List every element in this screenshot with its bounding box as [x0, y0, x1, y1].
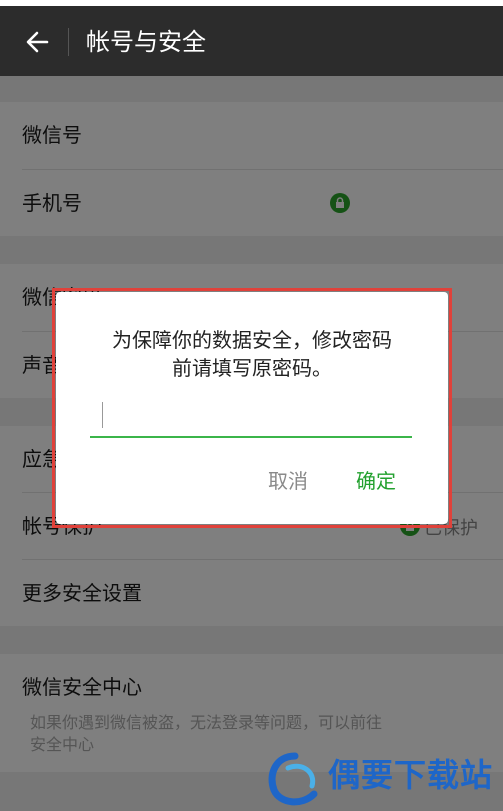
page-title: 帐号与安全: [86, 28, 206, 56]
top-bar: 帐号与安全: [0, 6, 503, 76]
cancel-button[interactable]: 取消: [268, 466, 308, 496]
dialog-message-line1: 为保障你的数据安全，修改密码: [112, 328, 392, 352]
watermark-text: 偶要下载站: [328, 756, 494, 794]
dialog-message: 为保障你的数据安全，修改密码 前请填写原密码。: [74, 326, 430, 382]
password-input[interactable]: [90, 396, 412, 438]
back-button[interactable]: [16, 20, 60, 64]
watermark-logo: 偶要下载站: [262, 748, 503, 811]
password-dialog: 为保障你的数据安全，修改密码 前请填写原密码。 取消 确定: [56, 292, 448, 524]
dialog-message-line2: 前请填写原密码。: [172, 356, 332, 380]
text-caret: [102, 402, 103, 428]
confirm-button[interactable]: 确定: [356, 466, 396, 496]
watermark-swirl-icon: [268, 752, 318, 806]
header-divider: [68, 28, 69, 56]
arrow-left-icon: [26, 31, 49, 53]
